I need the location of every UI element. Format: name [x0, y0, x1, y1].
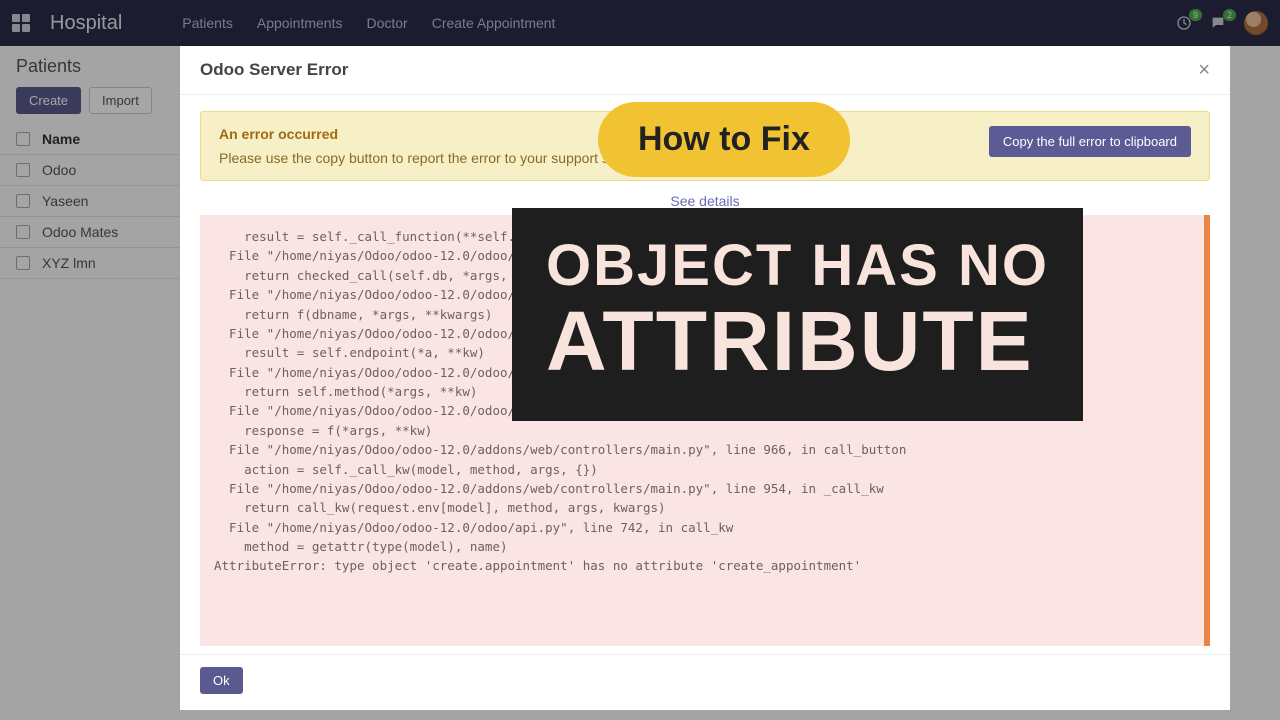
alert-body: Please use the copy button to report the…	[219, 150, 650, 166]
overlay-block: OBJECT HAS NO ATTRIBUTE	[512, 208, 1083, 421]
overlay-line1: OBJECT HAS NO	[546, 236, 1049, 297]
overlay-line2: ATTRIBUTE	[546, 297, 1049, 385]
ok-button[interactable]: Ok	[200, 667, 243, 694]
modal-title: Odoo Server Error	[200, 60, 348, 80]
overlay-pill: How to Fix	[598, 102, 850, 177]
close-icon[interactable]: ×	[1198, 60, 1210, 80]
modal-footer: Ok	[180, 654, 1230, 710]
alert-title: An error occurred	[219, 126, 650, 142]
copy-error-button[interactable]: Copy the full error to clipboard	[989, 126, 1191, 157]
modal-header: Odoo Server Error ×	[180, 46, 1230, 95]
